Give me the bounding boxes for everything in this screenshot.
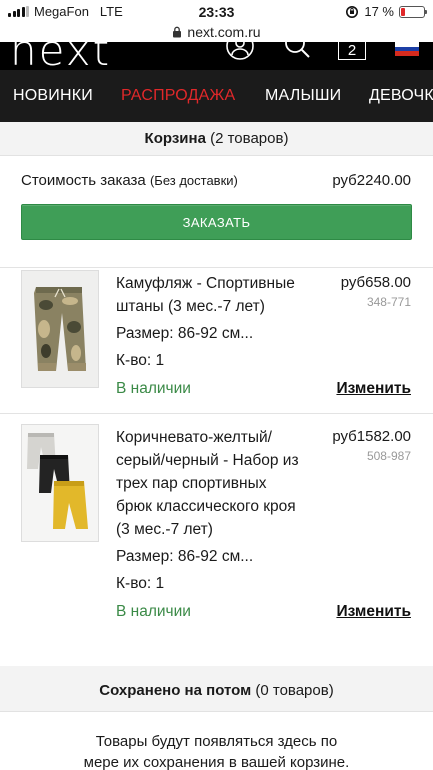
nav-item-sale[interactable]: РАСПРОДАЖА <box>121 87 235 105</box>
edit-item-link[interactable]: Изменить <box>336 380 411 398</box>
basket-item-count: (2 товаров) <box>210 130 289 147</box>
product-name-line: Камуфляж - Спортивные <box>116 275 295 292</box>
battery-percent: 17 % <box>364 4 394 19</box>
url-text: next.com.ru <box>187 24 261 40</box>
product-image[interactable] <box>21 424 99 542</box>
pants-set-image <box>22 425 98 541</box>
category-nav: НОВИНКИ РАСПРОДАЖА МАЛЫШИ ДЕВОЧКИ <box>0 70 433 122</box>
product-name-line: (3 мес.-7 лет) <box>116 521 213 538</box>
product-size: Размер: 86-92 см... <box>116 548 254 565</box>
basket-title: Корзина (2 товаров) <box>0 122 433 156</box>
status-bar: MegaFon LTE 23:33 17 % <box>0 0 433 24</box>
status-right: 17 % <box>345 4 427 19</box>
saved-empty-line: Товары будут появляться здесь по <box>95 733 338 750</box>
site-logo[interactable]: next <box>10 42 111 70</box>
battery-fill <box>401 7 405 16</box>
basket-item: Камуфляж - Спортивные штаны (3 мес.-7 ле… <box>0 268 433 413</box>
stock-status: В наличии <box>116 603 191 620</box>
product-code: 508-987 <box>366 449 411 463</box>
product-name-line: штаны (3 мес.-7 лет) <box>116 298 265 315</box>
product-qty: К-во: 1 <box>116 352 165 369</box>
order-total: руб2240.00 <box>332 172 411 189</box>
product-name[interactable]: Камуфляж - Спортивные штаны (3 мес.-7 ле… <box>116 272 295 318</box>
product-code: 348-771 <box>366 295 411 309</box>
order-cost-text: Стоимость заказа <box>21 172 146 189</box>
order-cost-label: Стоимость заказа (Без доставки) <box>21 172 238 189</box>
saved-title-text: Сохранено на потом <box>99 682 252 699</box>
saved-empty-line: мере их сохранения в вашей корзине. <box>83 754 350 770</box>
orientation-lock-icon <box>346 5 359 18</box>
basket-icon[interactable]: 2 <box>338 42 366 60</box>
section-gap <box>0 666 433 676</box>
search-icon[interactable] <box>282 42 312 64</box>
product-image[interactable] <box>21 270 99 388</box>
address-bar[interactable]: next.com.ru <box>0 22 433 42</box>
product-name[interactable]: Коричневато-желтый/ серый/черный - Набор… <box>116 426 299 541</box>
saved-item-count: (0 товаров) <box>255 682 334 699</box>
order-summary: Стоимость заказа (Без доставки) руб2240.… <box>0 157 433 257</box>
product-name-line: трех пар спортивных <box>116 475 267 492</box>
nav-item-babies[interactable]: МАЛЫШИ <box>265 87 341 105</box>
russia-flag-icon[interactable] <box>395 42 419 57</box>
checkout-button[interactable]: ЗАКАЗАТЬ <box>21 204 412 240</box>
product-price: руб658.00 <box>340 274 411 291</box>
account-icon[interactable] <box>225 42 255 64</box>
basket-item: Коричневато-желтый/ серый/черный - Набор… <box>0 414 433 664</box>
camo-pants-image <box>22 271 98 387</box>
saved-title: Сохранено на потом (0 товаров) <box>0 676 433 712</box>
stock-status: В наличии <box>116 380 191 397</box>
order-cost-note: (Без доставки) <box>149 173 238 188</box>
lock-icon <box>173 26 182 38</box>
saved-empty-message: Товары будут появляться здесь по мере их… <box>60 731 373 770</box>
product-name-line: брюк классического кроя <box>116 498 296 515</box>
site-header: next 2 <box>0 42 433 70</box>
product-name-line: Коричневато-желтый/ <box>116 429 272 446</box>
product-size: Размер: 86-92 см... <box>116 325 254 342</box>
basket-title-text: Корзина <box>144 130 206 147</box>
basket-count: 2 <box>347 42 357 59</box>
nav-item-new[interactable]: НОВИНКИ <box>13 87 93 105</box>
battery-icon <box>399 5 427 18</box>
edit-item-link[interactable]: Изменить <box>336 603 411 621</box>
nav-item-girls[interactable]: ДЕВОЧКИ <box>369 87 433 105</box>
product-name-line: серый/черный - Набор из <box>116 452 299 469</box>
product-qty: К-во: 1 <box>116 575 165 592</box>
product-price: руб1582.00 <box>332 428 411 445</box>
